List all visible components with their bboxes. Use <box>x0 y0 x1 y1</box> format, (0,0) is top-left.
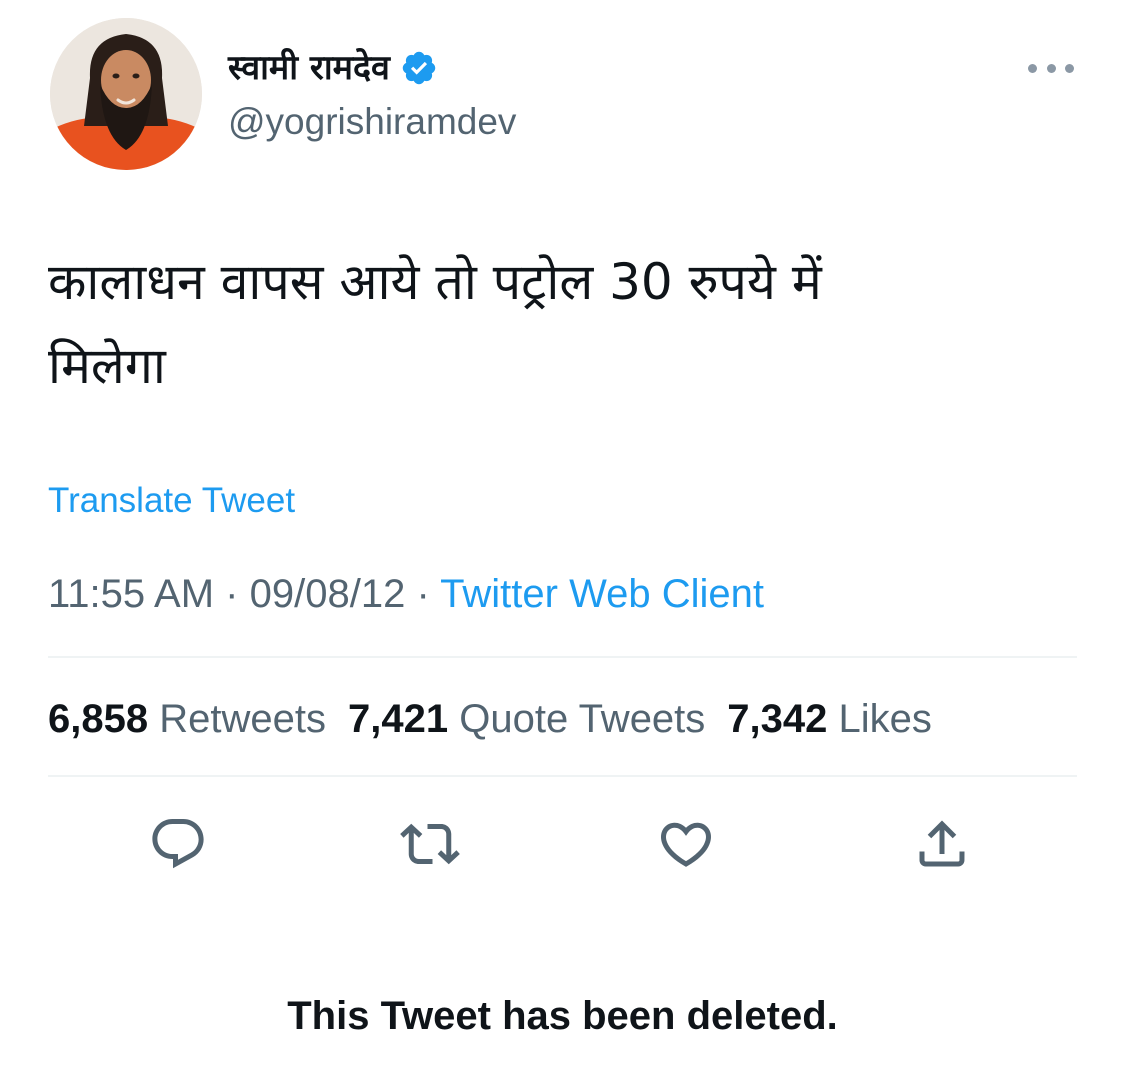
quote-tweets-count: 7,421 <box>347 697 449 741</box>
retweets-label: Retweets <box>159 697 326 741</box>
retweet-icon <box>400 823 460 865</box>
quote-tweets-label: Quote Tweets <box>459 697 706 741</box>
translate-tweet-link[interactable]: Translate Tweet <box>48 480 295 522</box>
tweet-text-line: मिलेगा <box>48 337 166 395</box>
retweets-stat[interactable]: 6,858 Retweets <box>48 697 326 741</box>
divider <box>48 775 1077 777</box>
share-icon <box>919 820 965 867</box>
author-name-row[interactable]: स्वामी रामदेव <box>228 42 438 94</box>
more-dot <box>1065 63 1074 73</box>
like-icon <box>660 822 712 867</box>
more-options-icon[interactable] <box>1028 56 1074 80</box>
reply-icon <box>152 819 204 869</box>
divider <box>48 656 1077 658</box>
likes-label: Likes <box>838 697 932 741</box>
more-dot <box>1028 63 1037 73</box>
tweet-source-link[interactable]: Twitter Web Client <box>440 572 764 616</box>
meta-separator: · <box>416 572 430 616</box>
author-display-name[interactable]: स्वामी रामदेव <box>228 51 390 85</box>
author-handle[interactable]: @yogrishiramdev <box>228 100 516 144</box>
more-dot <box>1046 63 1056 73</box>
retweet-button[interactable] <box>398 812 462 876</box>
tweet-date[interactable]: 09/08/12 <box>250 572 406 616</box>
verified-badge-icon <box>402 51 436 85</box>
meta-separator: · <box>225 572 239 616</box>
tweet-text-line: कालाधन वापस आये तो पट्रोल 30 रुपये में <box>48 253 822 311</box>
avatar-photo-icon <box>50 18 202 170</box>
tweet-metadata: 11:55 AM · 09/08/12 · Twitter Web Client <box>48 570 764 618</box>
tweet-time[interactable]: 11:55 AM <box>48 572 214 616</box>
engagement-stats: 6,858 Retweets 7,421 Quote Tweets 7,342 Li… <box>48 695 954 743</box>
reply-button[interactable] <box>146 812 210 876</box>
likes-stat[interactable]: 7,342 Likes <box>727 697 932 741</box>
share-button[interactable] <box>910 812 974 876</box>
deleted-tweet-notice: This Tweet has been deleted. <box>287 994 838 1038</box>
quote-tweets-stat[interactable]: 7,421 Quote Tweets <box>348 697 705 741</box>
like-button[interactable] <box>654 812 718 876</box>
avatar[interactable] <box>50 18 202 170</box>
likes-count: 7,342 <box>727 697 828 741</box>
tweet-text: कालाधन वापस आये तो पट्रोल 30 रुपये में म… <box>48 240 1048 408</box>
retweets-count: 6,858 <box>48 697 149 741</box>
